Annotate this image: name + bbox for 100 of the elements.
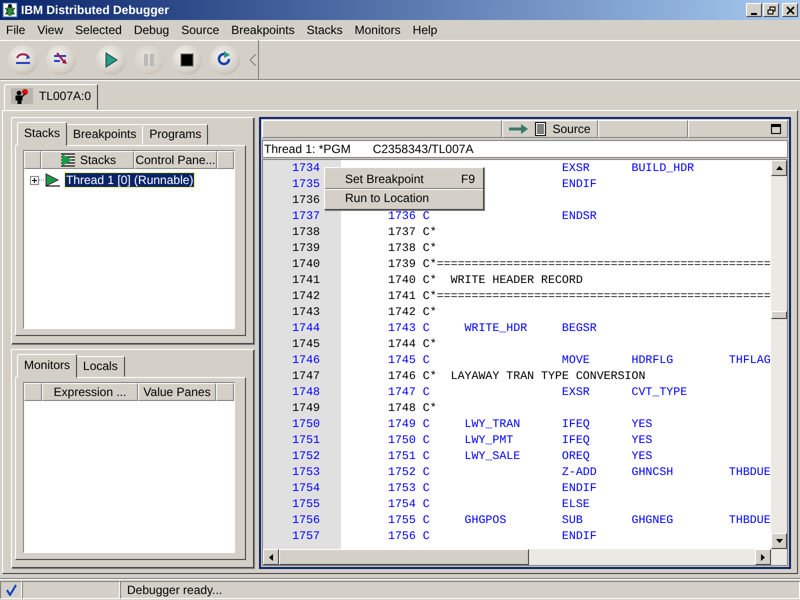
left-arrow-icon <box>269 554 273 560</box>
program-label: C2358343/TL007A <box>372 142 474 156</box>
line-number[interactable]: 1752 <box>292 450 320 463</box>
tab[interactable]: Monitors <box>17 354 78 378</box>
line-number[interactable]: 1748 <box>292 386 320 399</box>
line-number[interactable]: 1743 <box>292 306 320 319</box>
code-line: 1741 C*================================================ <box>388 290 771 303</box>
menu-item[interactable]: Set Breakpoint F9 <box>325 170 483 188</box>
code-line: 1746 C* LAYAWAY TRAN TYPE CONVERSION <box>388 370 646 383</box>
tab[interactable]: Stacks <box>17 122 68 146</box>
line-number[interactable]: 1755 <box>292 498 320 511</box>
line-number[interactable]: 1744 <box>292 322 320 335</box>
line-number[interactable]: 1754 <box>292 482 320 495</box>
line-number[interactable]: 1735 <box>292 178 320 191</box>
restart-button[interactable] <box>210 45 240 75</box>
line-number[interactable]: 1740 <box>292 258 320 271</box>
code-line: 1738 C* <box>388 242 437 255</box>
code-line: 1737 C* <box>388 226 437 239</box>
window-title: IBM Distributed Debugger <box>21 3 170 17</box>
thread-icon <box>39 173 61 187</box>
code-line: 1740 C* WRITE HEADER RECORD <box>388 274 583 287</box>
code-line: 1739 C*================================================ <box>388 258 771 271</box>
column-header <box>24 383 42 401</box>
chevron-icon <box>250 54 256 66</box>
line-number[interactable]: 1745 <box>292 338 320 351</box>
restore-icon <box>766 6 776 14</box>
line-number[interactable]: 1751 <box>292 434 320 447</box>
step-into-button[interactable] <box>46 45 76 75</box>
expander-icon[interactable] <box>30 176 39 184</box>
line-number[interactable]: 1737 <box>292 210 320 223</box>
code-line: EXSR BUILD_HDR <box>562 162 694 175</box>
code-line: 1754 C ELSE <box>388 498 590 511</box>
code-line: 1747 C EXSR CVT_TYPE <box>388 386 688 399</box>
menu-item[interactable]: File <box>0 23 32 37</box>
line-number[interactable]: 1749 <box>292 402 320 415</box>
line-number[interactable]: 1738 <box>292 226 320 239</box>
code-line: ENDIF <box>562 178 597 191</box>
close-button[interactable] <box>782 3 798 17</box>
menu-item[interactable]: Debug <box>128 23 176 37</box>
code-line: 1736 C ENDSR <box>388 210 597 223</box>
code-line: 1752 C Z-ADD GHNCSH THBDUE <box>388 466 771 479</box>
tree-item[interactable]: Thread 1 [0] (Runnable) <box>65 173 194 187</box>
column-header[interactable]: Expression ... <box>42 383 138 401</box>
code-line: 1748 C* <box>388 402 437 415</box>
stop-button[interactable] <box>172 45 202 75</box>
close-icon <box>786 6 794 14</box>
tab[interactable]: Programs <box>142 124 208 145</box>
run-button[interactable] <box>96 45 126 75</box>
menu-item[interactable]: View <box>31 23 70 37</box>
column-header <box>216 383 234 401</box>
thread-label: Thread 1: *PGM <box>264 142 351 156</box>
menu-item[interactable]: Help <box>406 23 444 37</box>
menu-item[interactable]: Breakpoints <box>225 23 301 37</box>
line-number[interactable]: 1747 <box>292 370 320 383</box>
person-flag-icon <box>11 88 33 104</box>
line-number[interactable]: 1734 <box>292 162 320 175</box>
line-number[interactable]: 1736 <box>292 194 320 207</box>
column-header[interactable]: Control Pane... <box>134 151 217 169</box>
maximize-icon[interactable] <box>771 124 781 134</box>
code-line: 1750 C LWY_PMT IFEQ YES <box>388 434 652 447</box>
scroll-thumb[interactable] <box>279 549 529 565</box>
stack-icon <box>60 153 76 167</box>
line-number[interactable]: 1750 <box>292 418 320 431</box>
code-line: 1745 C MOVE HDRFLG THFLAG <box>388 354 771 367</box>
line-number[interactable]: 1742 <box>292 290 320 303</box>
status-message: Debugger ready... <box>127 583 222 597</box>
code-line: 1756 C ENDIF <box>388 530 597 543</box>
line-number[interactable]: 1757 <box>292 530 320 543</box>
scroll-left-button[interactable] <box>263 549 279 565</box>
column-header[interactable]: Value Panes <box>138 383 216 401</box>
tab[interactable]: TL007A:0 <box>4 84 98 110</box>
source-header[interactable]: Source <box>502 120 598 138</box>
tab[interactable]: Locals <box>76 356 125 377</box>
code-line: 1744 C* <box>388 338 437 351</box>
right-arrow-icon <box>761 554 765 560</box>
scroll-thumb[interactable] <box>771 311 787 319</box>
step-over-button[interactable] <box>8 45 38 75</box>
line-number[interactable]: 1739 <box>292 242 320 255</box>
menu-item[interactable]: Run to Location <box>325 188 483 207</box>
scroll-right-button[interactable] <box>755 549 771 565</box>
line-number[interactable]: 1741 <box>292 274 320 287</box>
minimize-button[interactable] <box>746 3 762 17</box>
line-number[interactable]: 1756 <box>292 514 320 527</box>
menu-item[interactable]: Monitors <box>348 23 407 37</box>
line-number[interactable]: 1753 <box>292 466 320 479</box>
restore-button[interactable] <box>763 3 779 17</box>
line-number[interactable]: 1746 <box>292 354 320 367</box>
menu-item[interactable]: Selected <box>69 23 128 37</box>
scroll-up-button[interactable] <box>771 160 787 176</box>
menu-item[interactable]: Stacks <box>300 23 349 37</box>
code-line: 1743 C WRITE_HDR BEGSR <box>388 322 597 335</box>
code-line: 1755 C GHGPOS SUB GHGNEG THBDUE <box>388 514 771 527</box>
check-icon <box>5 584 17 596</box>
scroll-down-button[interactable] <box>771 533 787 549</box>
up-arrow-icon <box>776 166 782 170</box>
menu-item[interactable]: Source <box>175 23 226 37</box>
bug-icon <box>2 2 18 18</box>
code-line: 1751 C LWY_SALE OREQ YES <box>388 450 652 463</box>
code-line: 1742 C* <box>388 306 437 319</box>
column-header[interactable]: Stacks <box>41 151 134 169</box>
